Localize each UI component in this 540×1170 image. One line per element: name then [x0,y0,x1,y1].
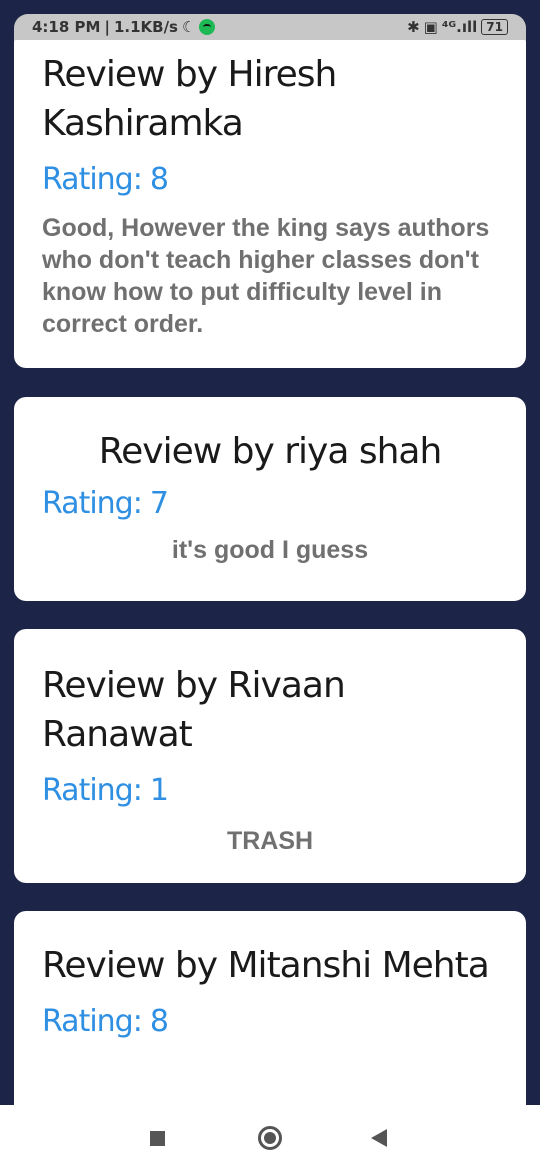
review-card: Review by Hiresh Kashiramka Rating: 8 Goo… [14,30,526,368]
spotify-icon [199,19,216,35]
status-time: 4:18 PM [32,18,101,36]
review-text: TRASH [226,827,314,855]
reviewer-name: Mitanshi Mehta [227,945,490,986]
rating: Rating: 8 [42,1002,498,1042]
rating: Rating: 7 [42,484,498,524]
home-circle-icon[interactable] [258,1126,282,1150]
rating: Rating: 1 [42,771,498,811]
rating-value: 1 [149,773,169,808]
status-divider: | [104,18,110,36]
reviewer-name: riya shah [284,431,442,472]
review-card: Review by riya shah Rating: 7 it's good I… [14,397,526,601]
back-triangle-icon[interactable] [371,1129,387,1147]
review-title: Review by riya shah [42,427,498,476]
review-title-prefix: Review by [42,54,218,95]
review-title-prefix: Review by [42,945,218,986]
volte-icon: ▣ [423,18,438,36]
rating-label: Rating: [42,773,143,808]
review-text: Good, However the king says authors who … [42,214,490,338]
status-right: ✱ ▣ ⁴ᴳ.ıll 71 [407,15,508,39]
review-title: Review by Hiresh Kashiramka [42,50,498,148]
rating-label: Rating: [42,1004,143,1039]
review-card: Review by Rivaan Ranawat Rating: 1 TRASH [14,629,526,883]
moon-icon: ☾ [181,18,196,36]
rating-value: 7 [149,486,169,521]
rating: Rating: 8 [42,160,498,200]
review-text: it's good I guess [171,536,369,564]
recents-square-icon[interactable] [150,1131,165,1146]
status-left: 4:18 PM | 1.1KB/s ☾ [32,15,216,39]
review-title: Review by Rivaan Ranawat [42,661,498,759]
navigation-bar [0,1105,540,1170]
review-title: Review by Mitanshi Mehta [42,941,498,990]
rating-value: 8 [149,1004,169,1039]
bluetooth-icon: ✱ [407,18,420,36]
signal-icon: ⁴ᴳ.ıll [441,18,478,36]
review-title-prefix: Review by [42,665,218,706]
battery-icon: 71 [481,19,508,35]
rating-value: 8 [149,162,169,197]
status-bar: 4:18 PM | 1.1KB/s ☾ ✱ ▣ ⁴ᴳ.ıll 71 [14,14,526,40]
rating-label: Rating: [42,162,143,197]
status-speed: 1.1KB/s [113,18,178,36]
review-title-prefix: Review by [98,431,275,472]
rating-label: Rating: [42,486,143,521]
